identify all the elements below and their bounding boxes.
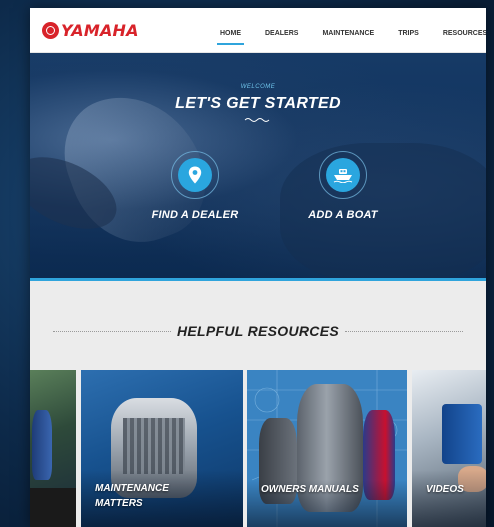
add-boat-label: ADD A BOAT bbox=[308, 209, 378, 221]
find-dealer-ring bbox=[171, 151, 219, 199]
dotted-divider-left bbox=[53, 330, 171, 332]
yamaha-logo[interactable]: YAMAHA bbox=[42, 21, 139, 40]
resource-tile-maintenance[interactable]: MAINTENANCE MATTERS bbox=[81, 370, 243, 527]
nav-home[interactable]: HOME bbox=[217, 30, 244, 45]
hero-banner: WELCOME LET'S GET STARTED FIND A DEALER bbox=[30, 53, 486, 281]
boat-icon bbox=[333, 169, 353, 183]
engine-internals bbox=[123, 418, 185, 474]
tile-manuals-label: OWNERS MANUALS bbox=[261, 484, 359, 495]
brand-name: YAMAHA bbox=[61, 21, 139, 40]
resource-tile-partial[interactable] bbox=[30, 370, 76, 527]
welcome-eyebrow: WELCOME bbox=[240, 84, 276, 90]
nav-trips[interactable]: TRIPS bbox=[398, 30, 419, 43]
yamaha-emblem-icon bbox=[42, 22, 59, 39]
tile-shade bbox=[412, 470, 486, 527]
tile-maintenance-label: MAINTENANCE MATTERS bbox=[95, 483, 169, 509]
add-boat-circle bbox=[326, 158, 360, 192]
browser-page: YAMAHA HOME DEALERS MAINTENANCE TRIPS RE… bbox=[30, 8, 486, 527]
nav-maintenance[interactable]: MAINTENANCE bbox=[322, 30, 374, 43]
find-dealer-circle bbox=[178, 158, 212, 192]
find-dealer-button[interactable]: FIND A DEALER bbox=[140, 151, 250, 221]
resources-section: HELPFUL RESOURCES MAINTENANCE MATTERS OW… bbox=[30, 281, 486, 527]
resource-tile-videos[interactable]: VIDEOS bbox=[412, 370, 486, 527]
map-pin-icon bbox=[188, 166, 202, 184]
resources-title: HELPFUL RESOURCES bbox=[177, 323, 339, 339]
tile-shade bbox=[30, 488, 76, 527]
squiggle-divider-icon bbox=[244, 118, 270, 122]
oil-filter-image bbox=[442, 404, 482, 464]
engine-image bbox=[32, 410, 52, 480]
add-boat-ring bbox=[319, 151, 367, 199]
tile-videos-label: VIDEOS bbox=[426, 484, 464, 495]
resources-heading: HELPFUL RESOURCES bbox=[30, 323, 486, 339]
nav-resources[interactable]: RESOURCES bbox=[443, 30, 486, 43]
resource-tile-manuals[interactable]: OWNERS MANUALS bbox=[247, 370, 407, 527]
add-boat-button[interactable]: ADD A BOAT bbox=[288, 151, 398, 221]
site-header: YAMAHA HOME DEALERS MAINTENANCE TRIPS RE… bbox=[30, 8, 486, 53]
dotted-divider-right bbox=[344, 330, 463, 332]
main-nav: HOME DEALERS MAINTENANCE TRIPS RESOURCES bbox=[217, 30, 486, 45]
find-dealer-label: FIND A DEALER bbox=[151, 209, 239, 221]
nav-dealers[interactable]: DEALERS bbox=[265, 30, 298, 43]
hero-title: LET'S GET STARTED bbox=[175, 95, 341, 112]
